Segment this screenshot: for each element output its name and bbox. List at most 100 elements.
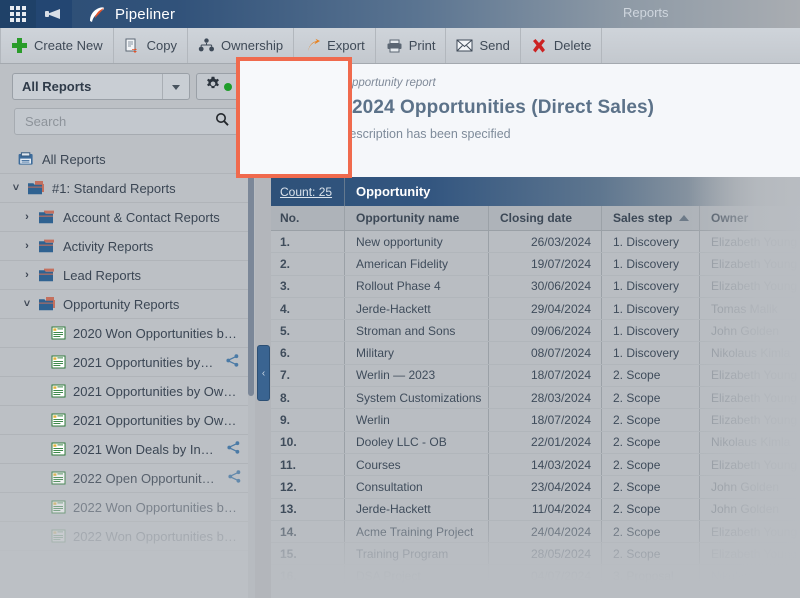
- cell-closing-date: 28/03/2024: [489, 387, 602, 408]
- tree-item[interactable]: ˅#1: Standard Reports: [0, 174, 248, 203]
- search-input[interactable]: Search: [14, 108, 238, 135]
- print-button[interactable]: Print: [376, 28, 447, 63]
- cell-opportunity-name: Consultation: [345, 476, 489, 497]
- create-new-button[interactable]: Create New: [0, 28, 114, 63]
- tree-item-label: 2021 Opportunities by…: [73, 355, 213, 370]
- grid-apps-icon[interactable]: [0, 0, 36, 28]
- tree-item-label: 2021 Opportunities by Own…: [73, 384, 242, 399]
- column-header-owner[interactable]: Owner: [700, 206, 800, 230]
- table-row[interactable]: 11.Courses14/03/20242. ScopeElizabeth Yo…: [271, 454, 800, 476]
- cell-opportunity-name: Dooley LLC - OB: [345, 432, 489, 453]
- cell-owner: Elizabeth Young: [700, 253, 800, 274]
- tree-item[interactable]: 2021 Opportunities by Own…: [0, 377, 248, 406]
- group-count[interactable]: Count: 25: [271, 177, 345, 206]
- table-row[interactable]: 13.Jerde-Hackett11/04/20242. ScopeJohn G…: [271, 499, 800, 521]
- export-label: Export: [327, 38, 365, 53]
- share-icon[interactable]: [228, 470, 241, 486]
- table-row[interactable]: 4.Jerde-Hackett29/04/20241. DiscoveryTom…: [271, 298, 800, 320]
- tree-item[interactable]: 2021 Opportunities by…: [0, 348, 248, 377]
- tree-item[interactable]: ›Account & Contact Reports: [0, 203, 248, 232]
- table-row[interactable]: 12.Consultation23/04/20242. ScopeJohn Go…: [271, 476, 800, 498]
- cell-owner: John Golden: [700, 476, 800, 497]
- tree-item[interactable]: ›Lead Reports: [0, 261, 248, 290]
- table-row[interactable]: 8.System Customizations28/03/20242. Scop…: [271, 387, 800, 409]
- ownership-button[interactable]: Ownership: [188, 28, 294, 63]
- tree-item[interactable]: 2022 Won Opportunities by…: [0, 493, 248, 522]
- tree-item[interactable]: 2020 Won Opportunities by…: [0, 319, 248, 348]
- delete-button[interactable]: Delete: [521, 28, 603, 63]
- group-header-row: Count: 25 Opportunity: [271, 177, 800, 206]
- cell-sales-step: 1. Discovery: [602, 320, 700, 341]
- cell-sales-step: 2. Scope: [602, 454, 700, 475]
- cell-owner: Elizabeth Young: [700, 387, 800, 408]
- delete-label: Delete: [554, 38, 592, 53]
- sidebar-collapse-handle[interactable]: ‹: [257, 345, 270, 401]
- cell-opportunity-name: Stroman and Sons: [345, 320, 489, 341]
- column-header-opportunity-name[interactable]: Opportunity name: [345, 206, 489, 230]
- chevron-right-icon[interactable]: ›: [22, 240, 32, 252]
- folder-icon: [39, 239, 56, 253]
- column-header-sales-step-label: Sales step: [613, 211, 672, 225]
- group-count-label: Count: 25: [280, 185, 332, 199]
- table-row[interactable]: 9.Werlin18/07/20242. ScopeElizabeth Youn…: [271, 409, 800, 431]
- tree-item[interactable]: 2021 Opportunities by Own…: [0, 406, 248, 435]
- table-row[interactable]: 1.New opportunity26/03/20241. DiscoveryE…: [271, 231, 800, 253]
- megaphone-icon[interactable]: [36, 0, 72, 28]
- chevron-down-icon[interactable]: ˅: [22, 298, 32, 310]
- table-row[interactable]: 16.DSA Project04/07/20243. ProposalNikol…: [271, 565, 800, 587]
- highlight-underlay: [240, 61, 348, 174]
- tree-item[interactable]: 2022 Won Opportunities by…: [0, 522, 248, 551]
- share-icon[interactable]: [227, 441, 240, 457]
- column-header-closing-date[interactable]: Closing date: [489, 206, 602, 230]
- table-row[interactable]: 6.Military08/07/20241. DiscoveryNikolaus…: [271, 342, 800, 364]
- group-name: Opportunity: [345, 177, 430, 206]
- gear-icon: [205, 76, 221, 97]
- column-header-sales-step[interactable]: Sales step: [602, 206, 700, 230]
- send-button[interactable]: Send: [446, 28, 520, 63]
- cell-opportunity-name: Courses: [345, 454, 489, 475]
- table-row[interactable]: 14.Acme Training Project24/04/20242. Sco…: [271, 521, 800, 543]
- table-row[interactable]: 2.American Fidelity19/07/20241. Discover…: [271, 253, 800, 275]
- tree-item[interactable]: 2022 Open Opportunit…: [0, 464, 248, 493]
- chevron-right-icon[interactable]: ›: [22, 211, 32, 223]
- cell-sales-step: 2. Scope: [602, 543, 700, 564]
- tree-item[interactable]: ›Activity Reports: [0, 232, 248, 261]
- cell-opportunity-name: Werlin: [345, 409, 489, 430]
- search-placeholder: Search: [25, 114, 215, 129]
- cell-owner: Elizabeth Young: [700, 409, 800, 430]
- chevron-right-icon[interactable]: ›: [22, 269, 32, 281]
- report-doc-icon: [51, 413, 66, 427]
- table-row[interactable]: 7.Werlin — 202318/07/20242. ScopeElizabe…: [271, 365, 800, 387]
- cell-opportunity-name: Jerde-Hackett: [345, 499, 489, 520]
- cell-no: 9.: [271, 409, 345, 430]
- table-row[interactable]: 15.Training Program28/05/20242. ScopeEli…: [271, 543, 800, 565]
- cell-owner: Nikolaus Kimla: [700, 432, 800, 453]
- chevron-down-icon[interactable]: ˅: [11, 182, 21, 194]
- report-type-row: Opportunity report: [323, 76, 800, 90]
- create-new-label: Create New: [34, 38, 103, 53]
- report-title: 2024 Opportunities (Direct Sales): [352, 97, 654, 119]
- cell-no: 4.: [271, 298, 345, 319]
- cell-no: 5.: [271, 320, 345, 341]
- report-title-row: 2024 Opportunities (Direct Sales): [323, 95, 800, 120]
- table-row[interactable]: 10.Dooley LLC - OB22/01/20242. ScopeNiko…: [271, 432, 800, 454]
- copy-button[interactable]: Copy: [114, 28, 188, 63]
- cell-no: 13.: [271, 499, 345, 520]
- red-x-icon: [531, 37, 548, 54]
- envelope-icon: [456, 37, 473, 54]
- folder-icon: [39, 210, 56, 224]
- cell-closing-date: 08/07/2024: [489, 342, 602, 363]
- share-icon[interactable]: [226, 354, 239, 370]
- table-row[interactable]: 5.Stroman and Sons09/06/20241. Discovery…: [271, 320, 800, 342]
- export-button[interactable]: Export: [294, 28, 376, 63]
- tree-item[interactable]: ˅Opportunity Reports: [0, 290, 248, 319]
- reports-root-icon: [18, 152, 35, 166]
- report-filter-select[interactable]: All Reports: [12, 73, 190, 100]
- tree-item[interactable]: 2021 Won Deals by In…: [0, 435, 248, 464]
- cell-opportunity-name: System Customizations: [345, 387, 489, 408]
- tree-item[interactable]: All Reports: [0, 145, 248, 174]
- table-row[interactable]: 3.Rollout Phase 430/06/20241. DiscoveryE…: [271, 276, 800, 298]
- settings-button[interactable]: [196, 73, 240, 100]
- column-header-no[interactable]: No.: [271, 206, 345, 230]
- cell-opportunity-name: Werlin — 2023: [345, 365, 489, 386]
